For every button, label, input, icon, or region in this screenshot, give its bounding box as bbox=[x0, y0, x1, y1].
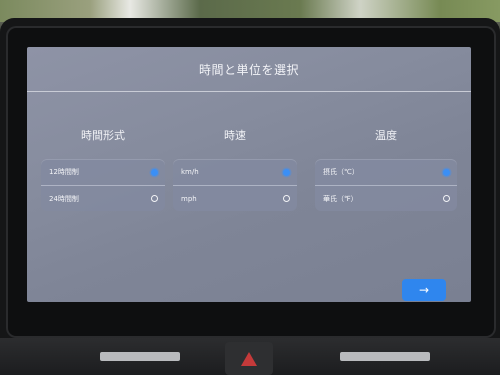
option-label: 摂氏（℃） bbox=[323, 168, 359, 176]
option-mph[interactable]: mph bbox=[173, 185, 297, 211]
arrow-right-icon: → bbox=[418, 283, 430, 297]
option-label: 12時間制 bbox=[49, 168, 79, 176]
time-format-column: 時間形式 12時間制 24時間制 bbox=[41, 127, 165, 211]
radio-unselected-icon[interactable] bbox=[443, 195, 450, 202]
temperature-unit-header: 温度 bbox=[375, 129, 397, 142]
temperature-unit-card: 摂氏（℃） 華氏（℉） bbox=[315, 159, 457, 211]
speed-unit-header: 時速 bbox=[224, 129, 246, 142]
option-label: 華氏（℉） bbox=[323, 194, 358, 203]
display-screen: 時間と単位を選択 時間形式 12時間制 24時間制 時速 km/h mph 温度… bbox=[27, 47, 471, 302]
radio-unselected-icon[interactable] bbox=[283, 195, 290, 202]
option-24-hour[interactable]: 24時間制 bbox=[41, 185, 165, 211]
radio-unselected-icon[interactable] bbox=[151, 195, 158, 202]
title-bar: 時間と単位を選択 bbox=[27, 47, 471, 92]
air-vent bbox=[100, 352, 180, 361]
time-format-card: 12時間制 24時間制 bbox=[41, 159, 165, 211]
option-kmh[interactable]: km/h bbox=[173, 159, 297, 185]
next-button[interactable]: → bbox=[402, 279, 446, 301]
speed-unit-card: km/h mph bbox=[173, 159, 297, 211]
page-title: 時間と単位を選択 bbox=[198, 62, 299, 77]
option-celsius[interactable]: 摂氏（℃） bbox=[315, 159, 457, 185]
speed-unit-column: 時速 km/h mph bbox=[173, 127, 297, 211]
option-fahrenheit[interactable]: 華氏（℉） bbox=[315, 185, 457, 211]
option-label: km/h bbox=[181, 168, 199, 176]
option-label: 24時間制 bbox=[49, 194, 79, 203]
air-vent bbox=[340, 352, 430, 361]
time-format-header: 時間形式 bbox=[81, 129, 125, 142]
option-label: mph bbox=[181, 194, 197, 203]
temperature-unit-column: 温度 摂氏（℃） 華氏（℉） bbox=[315, 127, 457, 211]
radio-selected-icon[interactable] bbox=[443, 168, 450, 176]
radio-selected-icon[interactable] bbox=[283, 168, 290, 176]
hazard-button[interactable] bbox=[225, 342, 273, 375]
option-12-hour[interactable]: 12時間制 bbox=[41, 159, 165, 185]
radio-selected-icon[interactable] bbox=[151, 168, 158, 176]
hazard-triangle-icon bbox=[241, 351, 257, 366]
